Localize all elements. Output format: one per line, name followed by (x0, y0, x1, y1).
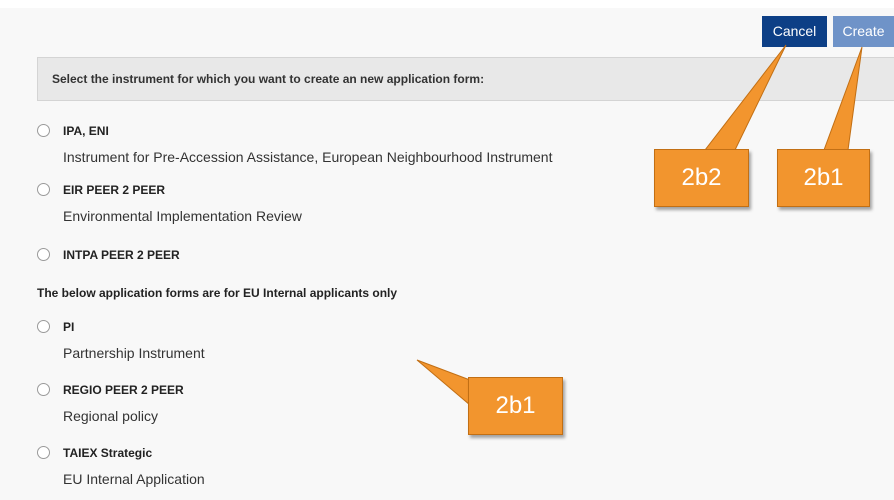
option-label: PI (63, 320, 75, 334)
internal-applicants-note: The below application forms are for EU I… (37, 286, 398, 300)
option-description: EU Internal Application (63, 471, 205, 487)
option-label: REGIO PEER 2 PEER (63, 383, 184, 397)
option-description: Regional policy (63, 408, 158, 424)
create-button[interactable]: Create (833, 16, 894, 47)
callout-cancel: 2b2 (654, 149, 749, 207)
instruction-text: Select the instrument for which you want… (52, 72, 485, 86)
radio-button[interactable] (37, 248, 50, 261)
callout-list: 2b1 (468, 377, 563, 435)
option-label: EIR PEER 2 PEER (63, 183, 166, 197)
callout-create: 2b1 (777, 149, 870, 207)
radio-button[interactable] (37, 183, 50, 196)
radio-button[interactable] (37, 383, 50, 396)
option-description: Environmental Implementation Review (63, 208, 302, 224)
option-label: INTPA PEER 2 PEER (63, 248, 180, 262)
radio-button[interactable] (37, 124, 50, 137)
option-label: IPA, ENI (63, 124, 109, 138)
radio-button[interactable] (37, 446, 50, 459)
radio-button[interactable] (37, 320, 50, 333)
option-description: Partnership Instrument (63, 345, 205, 361)
instruction-bar: Select the instrument for which you want… (37, 57, 894, 101)
option-description: Instrument for Pre-Accession Assistance,… (63, 149, 553, 165)
option-label: TAIEX Strategic (63, 446, 153, 460)
cancel-button[interactable]: Cancel (762, 16, 827, 47)
